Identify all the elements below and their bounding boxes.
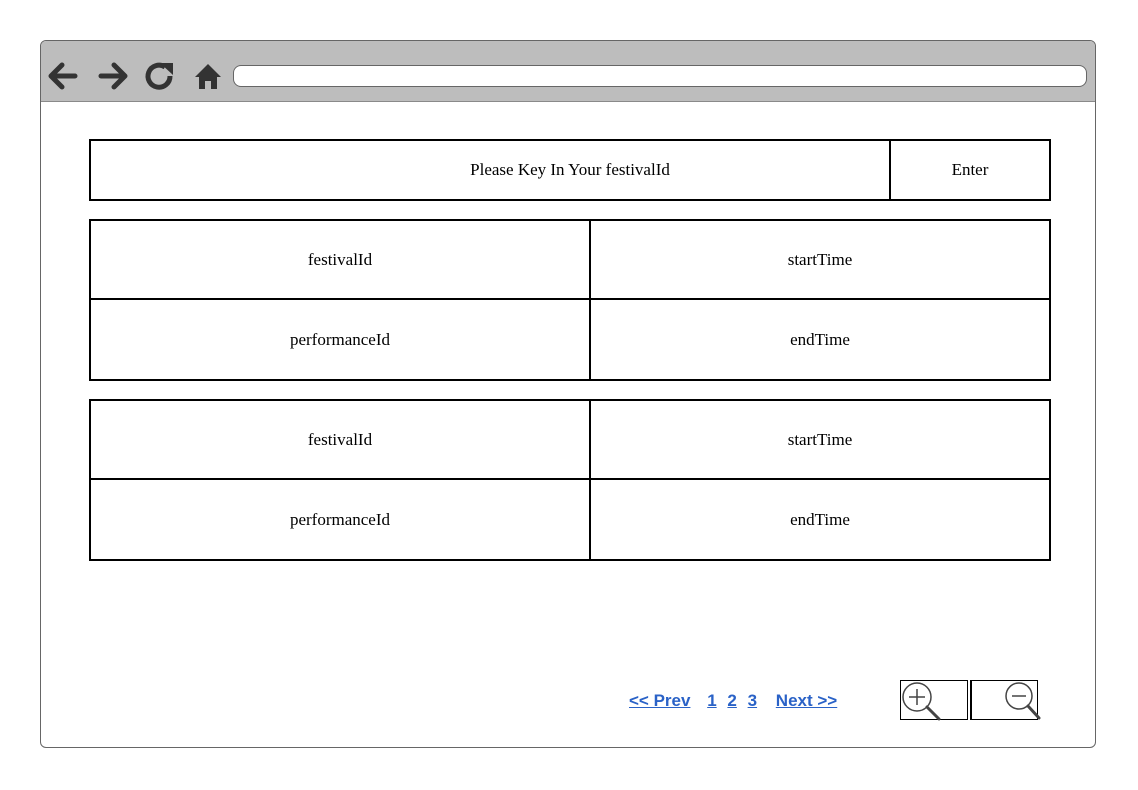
end-time-cell: endTime bbox=[790, 509, 850, 529]
performance-id-cell: performanceId bbox=[91, 480, 591, 559]
browser-toolbar bbox=[41, 41, 1095, 102]
festival-id-input[interactable]: Please Key In Your festivalId bbox=[91, 141, 889, 199]
record-table: festivalId startTime performanceId endTi… bbox=[89, 399, 1051, 561]
start-time-cell: startTime bbox=[591, 401, 1049, 480]
zoom-out-icon bbox=[1005, 682, 1041, 720]
arrow-left-icon[interactable] bbox=[45, 59, 79, 93]
prev-page-link[interactable]: << Prev bbox=[629, 691, 690, 710]
festival-id-cell: festivalId bbox=[91, 221, 591, 300]
zoom-in-icon bbox=[902, 682, 941, 721]
page-link-3[interactable]: 3 bbox=[748, 691, 757, 710]
zoom-in-button[interactable] bbox=[900, 680, 968, 721]
page-link-1[interactable]: 1 bbox=[707, 691, 716, 710]
performance-id-cell: performanceId bbox=[91, 300, 591, 379]
enter-button[interactable]: Enter bbox=[889, 141, 1049, 199]
festival-search-row: Please Key In Your festivalId Enter bbox=[89, 139, 1051, 201]
end-time-cell: endTime bbox=[790, 329, 850, 349]
record-table: festivalId startTime performanceId endTi… bbox=[89, 219, 1051, 381]
pagination: << Prev 1 2 3 Next >> bbox=[629, 691, 837, 711]
next-page-link[interactable]: Next >> bbox=[776, 691, 837, 710]
arrow-right-icon[interactable] bbox=[97, 59, 131, 93]
start-time-cell: startTime bbox=[591, 221, 1049, 300]
home-icon[interactable] bbox=[191, 59, 225, 93]
zoom-controls bbox=[900, 680, 1041, 721]
festival-id-cell: festivalId bbox=[91, 401, 591, 480]
page-link-2[interactable]: 2 bbox=[727, 691, 736, 710]
address-bar[interactable] bbox=[233, 65, 1087, 87]
reload-icon[interactable] bbox=[143, 59, 177, 93]
zoom-out-button[interactable] bbox=[970, 680, 1041, 720]
